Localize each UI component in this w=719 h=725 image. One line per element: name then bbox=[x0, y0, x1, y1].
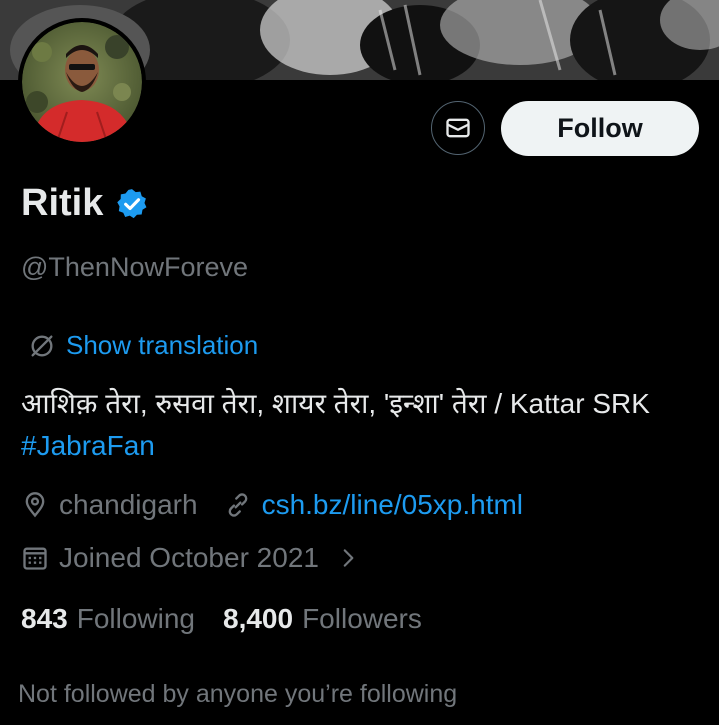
followers-link[interactable]: 8,400 Followers bbox=[223, 603, 422, 635]
following-count: 843 bbox=[21, 603, 68, 634]
translate-icon bbox=[31, 335, 53, 356]
website[interactable]: csh.bz/line/05xp.html bbox=[224, 489, 523, 521]
link-icon bbox=[228, 493, 247, 517]
joined-date-row[interactable]: Joined October 2021 bbox=[21, 542, 361, 574]
chevron-right-icon bbox=[343, 549, 354, 567]
website-link[interactable]: csh.bz/line/05xp.html bbox=[262, 489, 523, 521]
profile-name: Ritik bbox=[21, 182, 104, 224]
show-translation-link[interactable]: Show translation bbox=[28, 330, 258, 361]
verified-badge-icon[interactable] bbox=[115, 187, 149, 221]
not-followed-note: Not followed by anyone you’re following bbox=[18, 680, 458, 708]
show-translation-label: Show translation bbox=[66, 330, 259, 360]
message-icon bbox=[446, 118, 470, 138]
profile-handle: @ThenNowForeve bbox=[21, 252, 248, 282]
bio-text: आशिक़ तेरा, रुसवा तेरा, शायर तेरा, 'इन्श… bbox=[21, 388, 650, 419]
following-label: Following bbox=[76, 603, 195, 634]
location-pin-icon bbox=[25, 492, 45, 518]
follow-button[interactable]: Follow bbox=[501, 101, 699, 156]
avatar[interactable] bbox=[18, 18, 146, 146]
bio-hashtag-link[interactable]: #JabraFan bbox=[21, 430, 155, 461]
location: chandigarh bbox=[21, 489, 198, 521]
location-text: chandigarh bbox=[59, 489, 198, 520]
followers-label: Followers bbox=[302, 603, 422, 634]
profile-bio: आशिक़ तेरा, रुसवा तेरा, शायर तेरा, 'इन्श… bbox=[21, 383, 681, 467]
following-link[interactable]: 843 Following bbox=[21, 603, 195, 635]
joined-text: Joined October 2021 bbox=[59, 542, 319, 573]
profile-name-row: Ritik bbox=[21, 182, 149, 225]
followers-count: 8,400 bbox=[223, 603, 294, 634]
follow-stats: 843 Following 8,400 Followers bbox=[21, 603, 422, 635]
message-button[interactable] bbox=[431, 101, 485, 155]
calendar-icon bbox=[23, 547, 47, 570]
profile-meta: chandigarh csh.bz/line/05xp.html bbox=[21, 489, 523, 521]
